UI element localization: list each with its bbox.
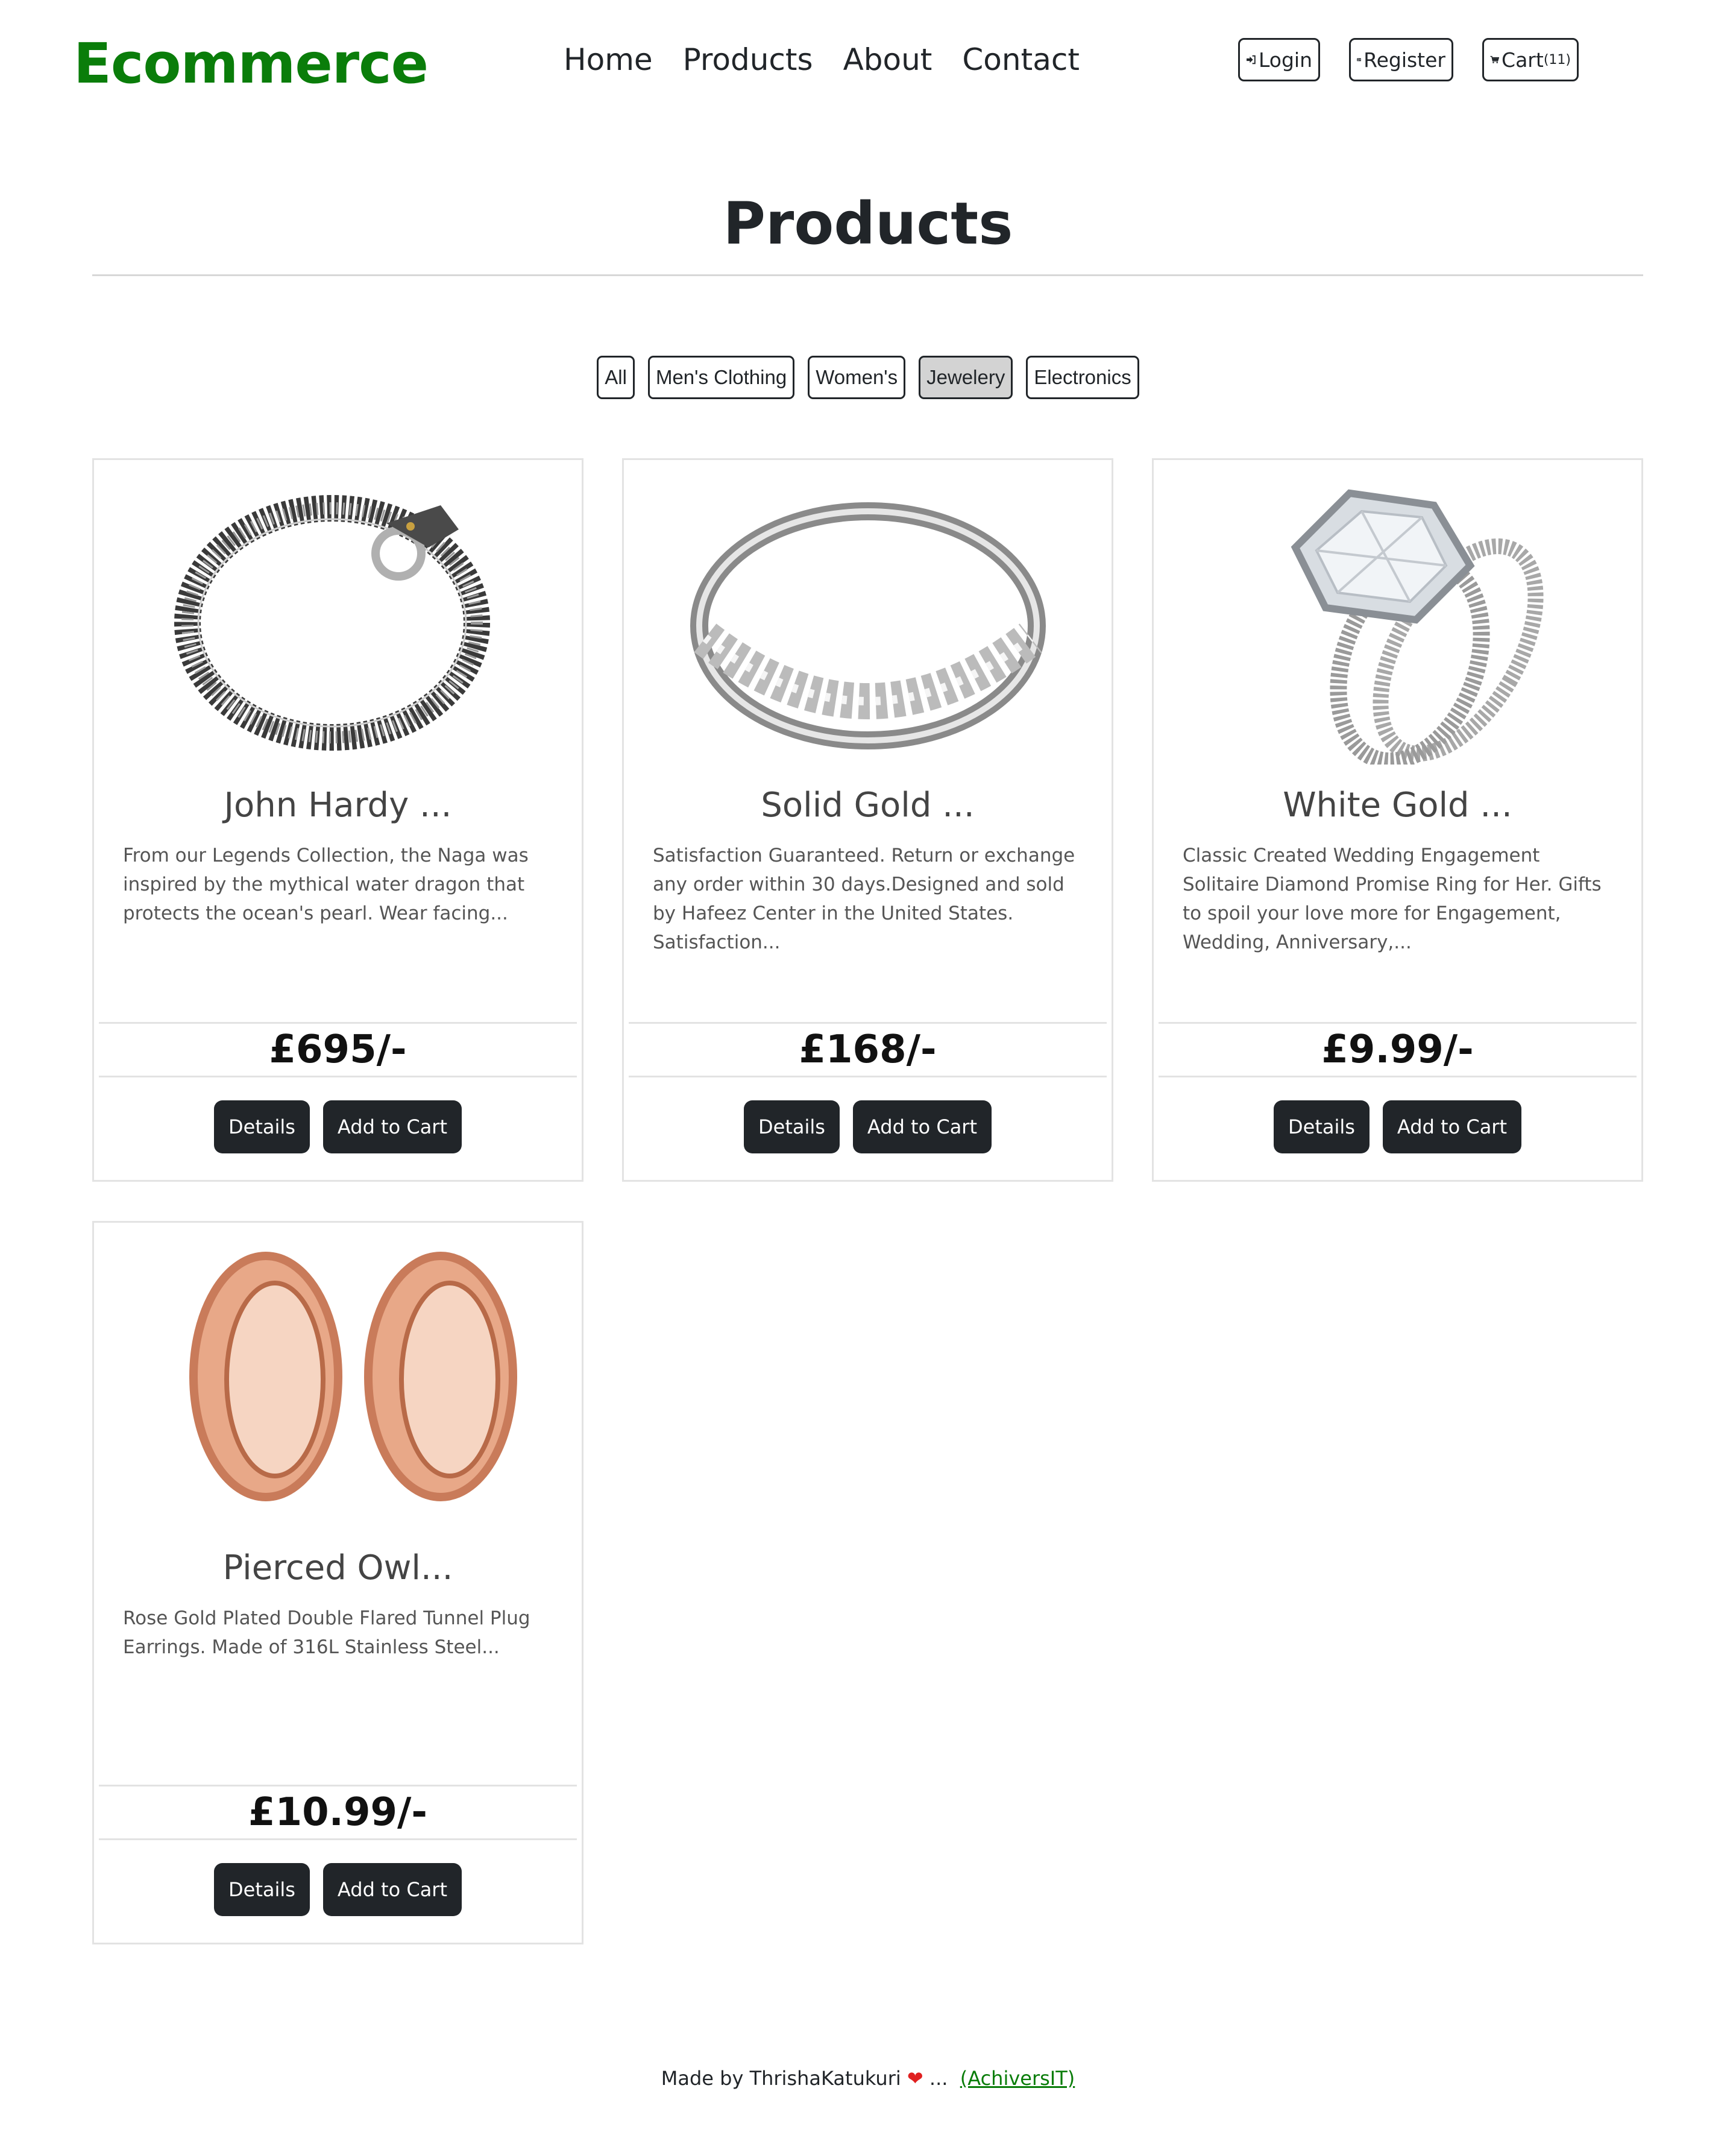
footer: Made by ThrishaKatukuri ❤ ... (AchiversI… (0, 2067, 1736, 2090)
product-price: £695/- (99, 1022, 577, 1077)
details-button[interactable]: Details (1273, 1100, 1370, 1153)
nav-products[interactable]: Products (683, 42, 813, 77)
page: Ecommerce Home Products About Contact Lo… (0, 0, 1736, 2138)
cart-count: (11) (1543, 52, 1571, 68)
register-button[interactable]: Register (1349, 38, 1453, 81)
product-image (94, 478, 582, 768)
footer-credit: Made by ThrishaKatukuri (661, 2067, 901, 2090)
register-label: Register (1363, 48, 1445, 72)
product-description: From our Legends Collection, the Naga wa… (123, 845, 529, 924)
login-button[interactable]: Login (1238, 38, 1320, 81)
heart-icon: ❤ (907, 2067, 923, 2090)
product-title: White Gold ... (1283, 786, 1512, 825)
login-label: Login (1258, 48, 1312, 72)
diamond-ring-image (1291, 489, 1544, 765)
product-actions: Details Add to Cart (94, 1863, 582, 1916)
product-title: Pierced Owl... (222, 1548, 453, 1588)
product-card: White Gold ... Classic Created Wedding E… (1152, 458, 1643, 1182)
filter-mens-clothing[interactable]: Men's Clothing (647, 356, 795, 399)
category-filters: All Men's Clothing Women's Jewelery Elec… (0, 356, 1736, 399)
product-price: £168/- (629, 1022, 1107, 1077)
tunnel-plug-image (189, 1252, 517, 1501)
product-description: Classic Created Wedding Engagement Solit… (1183, 845, 1602, 953)
product-title: John Hardy ... (224, 786, 452, 825)
footer-ellipsis: ... (929, 2067, 948, 2090)
details-button[interactable]: Details (213, 1863, 310, 1916)
add-to-cart-button[interactable]: Add to Cart (322, 1863, 462, 1916)
product-image (1154, 478, 1641, 768)
product-actions: Details Add to Cart (624, 1100, 1112, 1153)
product-title: Solid Gold ... (761, 786, 975, 825)
add-to-cart-button[interactable]: Add to Cart (852, 1100, 992, 1153)
bracelet-image (174, 495, 490, 751)
nav-home[interactable]: Home (564, 42, 653, 77)
page-title: Products (723, 190, 1013, 257)
product-image (624, 478, 1112, 768)
product-price: £9.99/- (1159, 1022, 1637, 1077)
filter-jewelery[interactable]: Jewelery (919, 356, 1013, 399)
details-button[interactable]: Details (743, 1100, 840, 1153)
product-actions: Details Add to Cart (94, 1100, 582, 1153)
product-actions: Details Add to Cart (1154, 1100, 1641, 1153)
add-to-cart-button[interactable]: Add to Cart (1382, 1100, 1521, 1153)
cart-icon (1490, 55, 1500, 63)
divider (92, 274, 1643, 276)
nav-contact[interactable]: Contact (962, 42, 1080, 77)
product-card: Pierced Owl... Rose Gold Plated Double F… (92, 1221, 583, 1944)
brand-logo[interactable]: Ecommerce (74, 31, 429, 96)
cart-label: Cart (1502, 48, 1544, 72)
details-button[interactable]: Details (213, 1100, 310, 1153)
filter-all[interactable]: All (597, 356, 635, 399)
main-nav: Home Products About Contact (564, 42, 1080, 77)
product-description: Satisfaction Guaranteed. Return or excha… (653, 845, 1075, 953)
id-card-icon (1357, 58, 1361, 61)
product-card: John Hardy ... From our Legends Collecti… (92, 458, 583, 1182)
product-image (94, 1241, 582, 1530)
filter-electronics[interactable]: Electronics (1026, 356, 1139, 399)
filter-womens[interactable]: Women's (808, 356, 906, 399)
cart-button[interactable]: Cart (11) (1482, 38, 1579, 81)
product-card: Solid Gold ... Satisfaction Guaranteed. … (622, 458, 1113, 1182)
nav-about[interactable]: About (843, 42, 932, 77)
footer-link[interactable]: (AchiversIT) (960, 2067, 1075, 2090)
product-price: £10.99/- (99, 1785, 577, 1840)
product-description: Rose Gold Plated Double Flared Tunnel Pl… (123, 1607, 530, 1658)
ring-image (690, 502, 1046, 749)
add-to-cart-button[interactable]: Add to Cart (322, 1100, 462, 1153)
sign-in-icon (1247, 55, 1256, 65)
